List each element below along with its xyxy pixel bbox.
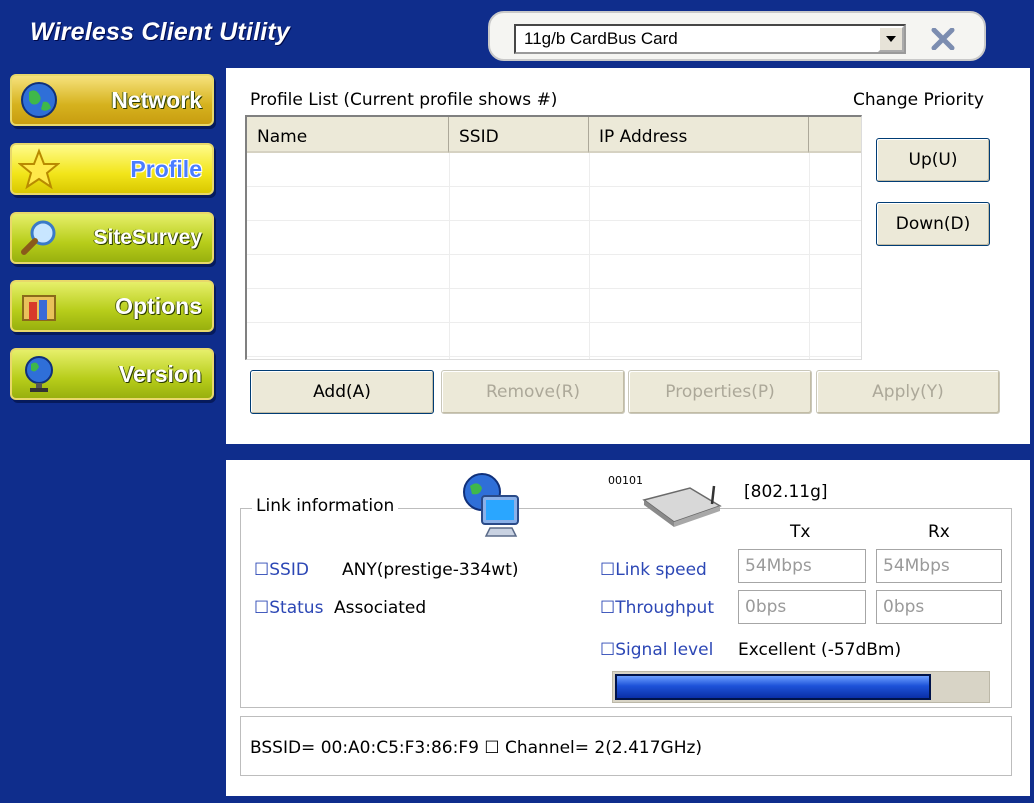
remove-button[interactable]: Remove(R) — [441, 370, 625, 414]
throughput-label: ☐Throughput — [600, 598, 714, 618]
globe-stand-icon — [16, 351, 62, 397]
column-divider — [809, 153, 810, 359]
link-speed-tx-field: 54Mbps — [738, 549, 866, 583]
checkbox-icon: ☐ — [600, 598, 616, 618]
column-header-ip-address[interactable]: IP Address — [589, 117, 809, 153]
profile-list-caption: Profile List (Current profile shows #) — [250, 90, 558, 110]
link-speed-label: ☐Link speed — [600, 560, 707, 580]
column-header-extra[interactable] — [809, 117, 861, 153]
table-row[interactable] — [247, 289, 861, 323]
nav-label: SiteSurvey — [93, 226, 202, 249]
table-row[interactable] — [247, 153, 861, 187]
star-icon — [16, 146, 62, 192]
status-value: Associated — [334, 598, 427, 618]
table-row[interactable] — [247, 323, 861, 357]
network-computer-icon — [460, 470, 524, 546]
nav-version-button[interactable]: Version — [10, 348, 214, 400]
nav-label: Options — [115, 292, 202, 319]
nav-label: Profile — [130, 155, 202, 182]
magnifier-icon — [16, 215, 62, 261]
adapter-dropdown-value: 11g/b CardBus Card — [524, 29, 678, 48]
nav-sitesurvey-button[interactable]: SiteSurvey — [10, 212, 214, 264]
status-label: ☐Status — [254, 598, 324, 618]
table-row[interactable] — [247, 187, 861, 221]
dropdown-arrow-icon[interactable] — [878, 26, 904, 52]
table-row[interactable] — [247, 255, 861, 289]
signal-level-label: ☐Signal level — [600, 640, 714, 660]
bssid-value: BSSID= 00:A0:C5:F3:86:F9 ☐ Channel= 2(2.… — [250, 738, 703, 758]
app-title: Wireless Client Utility — [30, 18, 290, 46]
column-divider — [589, 153, 590, 359]
wireless-router-icon — [640, 482, 726, 532]
checkbox-icon: ☐ — [600, 560, 616, 580]
tx-header: Tx — [790, 522, 811, 542]
adapter-dropdown[interactable]: 11g/b CardBus Card — [514, 24, 906, 54]
link-info-legend: Link information — [252, 496, 399, 516]
column-divider — [449, 153, 450, 359]
add-button[interactable]: Add(A) — [250, 370, 434, 414]
down-button[interactable]: Down(D) — [876, 202, 990, 246]
signal-level-fill — [615, 674, 931, 700]
signal-level-bar — [612, 671, 990, 703]
checkbox-icon: ☐ — [254, 598, 270, 618]
checkbox-icon: ☐ — [600, 640, 616, 660]
wireless-standard: [802.11g] — [744, 482, 828, 502]
globe-icon — [16, 77, 62, 123]
ssid-value: ANY(prestige-334wt) — [342, 560, 519, 580]
nav-options-button[interactable]: Options — [10, 280, 214, 332]
binary-label: 00101 — [608, 474, 643, 487]
profile-table[interactable]: Name SSID IP Address — [245, 115, 862, 360]
change-priority-label: Change Priority — [853, 90, 984, 110]
nav-label: Version — [118, 360, 202, 387]
column-header-ssid[interactable]: SSID — [449, 117, 589, 153]
properties-button[interactable]: Properties(P) — [628, 370, 812, 414]
throughput-rx-field: 0bps — [876, 590, 1002, 624]
column-header-name[interactable]: Name — [247, 117, 449, 153]
close-icon[interactable] — [926, 25, 960, 53]
link-speed-rx-field: 54Mbps — [876, 549, 1002, 583]
up-button[interactable]: Up(U) — [876, 138, 990, 182]
nav-network-button[interactable]: Network — [10, 74, 214, 126]
ssid-label: ☐SSID — [254, 560, 309, 580]
checkbox-icon: ☐ — [254, 560, 270, 580]
table-row[interactable] — [247, 221, 861, 255]
throughput-tx-field: 0bps — [738, 590, 866, 624]
nav-label: Network — [111, 86, 202, 113]
checkbox-icon: ☐ — [484, 738, 500, 758]
rx-header: Rx — [928, 522, 950, 542]
nav-profile-button[interactable]: Profile — [10, 143, 214, 195]
folder-icon — [16, 283, 62, 329]
apply-button[interactable]: Apply(Y) — [816, 370, 1000, 414]
signal-level-value: Excellent (-57dBm) — [738, 640, 902, 660]
